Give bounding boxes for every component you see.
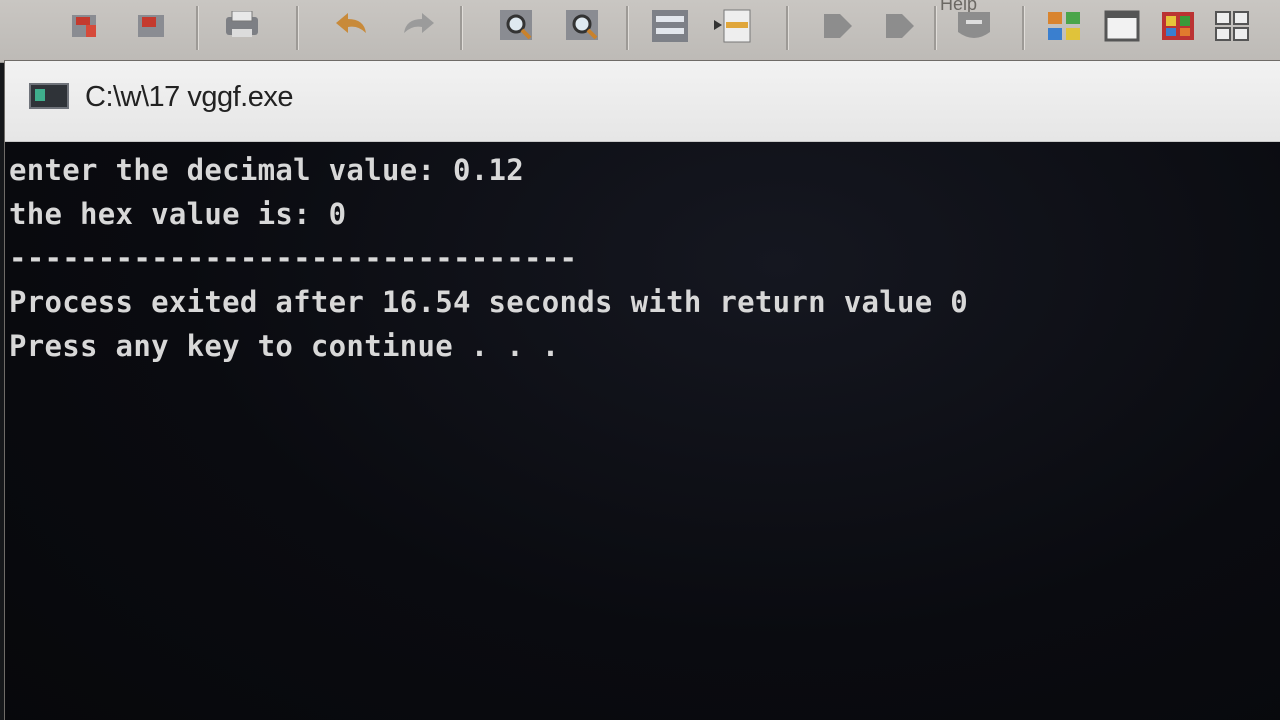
print-icon[interactable]	[222, 4, 262, 48]
goto-icon[interactable]	[880, 4, 920, 48]
unindent-icon[interactable]	[712, 4, 752, 48]
toolbar-separator	[786, 6, 788, 50]
redo-icon[interactable]	[398, 4, 438, 48]
console-line-result: the hex value is: 0	[9, 197, 347, 231]
console-line-prompt: enter the decimal value: 0.12	[9, 153, 525, 187]
console-output[interactable]: enter the decimal value: 0.12 the hex va…	[5, 142, 1280, 720]
console-window[interactable]: C:\w\17 vggf.exe enter the decimal value…	[4, 60, 1280, 720]
window-icon[interactable]	[1102, 4, 1142, 48]
window-title: C:\w\17 vggf.exe	[85, 81, 294, 113]
undo-icon[interactable]	[332, 4, 372, 48]
toolbar-separator	[460, 6, 462, 50]
toolbar-separator	[934, 6, 936, 50]
console-line-divider: --------------------------------	[9, 241, 578, 275]
find-icon[interactable]	[498, 4, 538, 48]
compile-icon[interactable]	[954, 4, 994, 48]
layout-icon[interactable]	[1212, 4, 1252, 48]
toolbar-separator	[196, 6, 198, 50]
save-all-icon[interactable]	[66, 4, 106, 48]
console-app-icon	[29, 83, 69, 109]
new-project-icon[interactable]	[1044, 4, 1084, 48]
toolbar-separator	[296, 6, 298, 50]
screen: Help C:\w\17 vggf.exe enter the decimal …	[0, 0, 1280, 720]
ide-toolbar: Help	[0, 0, 1280, 63]
toolbar-separator	[626, 6, 628, 50]
toolbar-separator	[1022, 6, 1024, 50]
console-line-exit-status: Process exited after 16.54 seconds with …	[9, 285, 969, 319]
bookmark-icon[interactable]	[818, 4, 858, 48]
close-file-icon[interactable]	[132, 4, 172, 48]
console-line-continue: Press any key to continue . . .	[9, 329, 560, 363]
title-bar[interactable]: C:\w\17 vggf.exe	[5, 61, 1280, 142]
class-browser-icon[interactable]	[1158, 4, 1198, 48]
replace-icon[interactable]	[564, 4, 604, 48]
indent-icon[interactable]	[650, 4, 690, 48]
